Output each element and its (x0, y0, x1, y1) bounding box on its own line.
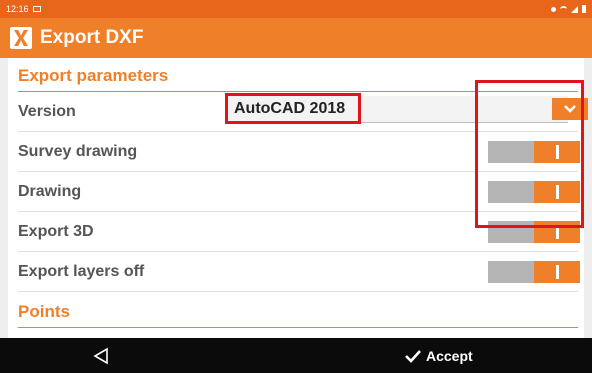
toggle-label: Drawing (18, 182, 82, 200)
export-layers-off-toggle[interactable] (488, 261, 580, 283)
status-bar: 12:16 (0, 0, 592, 18)
location-icon (551, 6, 556, 12)
version-label: Version (18, 102, 76, 120)
app-logo-icon (10, 27, 32, 49)
wifi-icon (560, 6, 567, 12)
section-title: Points (18, 301, 70, 321)
page-title: Export DXF (40, 27, 144, 48)
version-highlight-box (225, 93, 361, 124)
accept-button[interactable]: Accept (404, 347, 473, 365)
checkmark-icon (405, 350, 421, 363)
navigation-bar: Accept (0, 338, 592, 373)
app-bar: Export DXF (0, 18, 592, 58)
status-time: 12:16 (6, 4, 29, 14)
toggle-row-export-layers-off: Export layers off (18, 252, 580, 292)
status-icons (551, 5, 586, 13)
accept-label: Accept (426, 348, 473, 364)
points-header[interactable]: Points (18, 296, 578, 328)
gallery-icon (32, 6, 41, 12)
battery-icon (582, 5, 586, 13)
back-icon[interactable] (92, 347, 110, 365)
toggles-highlight-box (475, 80, 584, 228)
toggle-label: Export 3D (18, 222, 94, 240)
toggle-label: Survey drawing (18, 142, 138, 160)
toggle-label: Export layers off (18, 262, 145, 280)
signal-icon (571, 5, 578, 13)
section-title: Export parameters (18, 65, 169, 85)
